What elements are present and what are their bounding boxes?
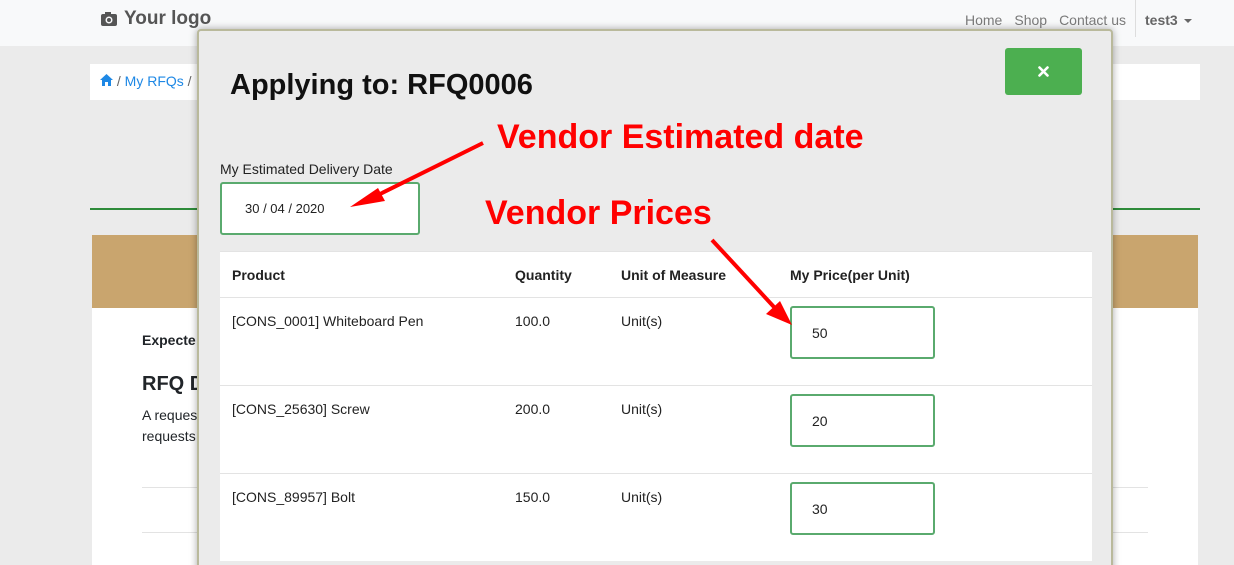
breadcrumb-separator: / xyxy=(187,73,192,89)
header-quantity: Quantity xyxy=(515,267,572,283)
nav-links: Home Shop Contact us xyxy=(953,12,1126,28)
delivery-date-input[interactable] xyxy=(220,182,420,235)
product-quantity: 100.0 xyxy=(515,313,551,329)
product-name: [CONS_89957] Bolt xyxy=(232,489,355,505)
product-name: [CONS_25630] Screw xyxy=(232,401,370,417)
user-menu[interactable]: test3 xyxy=(1135,0,1192,37)
table-row: [CONS_25630] Screw 200.0 Unit(s) xyxy=(220,385,1092,473)
breadcrumb-separator: / xyxy=(116,73,121,89)
product-table: Product Quantity Unit of Measure My Pric… xyxy=(220,251,1092,561)
close-icon xyxy=(1038,66,1049,77)
close-button[interactable] xyxy=(1005,48,1082,95)
table-header-row: Product Quantity Unit of Measure My Pric… xyxy=(220,251,1092,297)
modal-title: Applying to: RFQ0006 xyxy=(230,69,533,101)
product-quantity: 150.0 xyxy=(515,489,551,505)
table-row: [CONS_89957] Bolt 150.0 Unit(s) xyxy=(220,473,1092,561)
delivery-date-label: My Estimated Delivery Date xyxy=(220,161,393,177)
header-uom: Unit of Measure xyxy=(621,267,727,283)
home-icon[interactable] xyxy=(100,74,113,86)
expected-label: Expecte xyxy=(142,332,196,348)
rfq-heading: RFQ D xyxy=(142,373,205,395)
nav-link-contact[interactable]: Contact us xyxy=(1059,12,1126,28)
product-uom: Unit(s) xyxy=(621,401,663,417)
header-price: My Price(per Unit) xyxy=(790,267,910,283)
logo[interactable]: Your logo xyxy=(100,8,211,30)
annotation-date: Vendor Estimated date xyxy=(497,118,864,156)
product-uom: Unit(s) xyxy=(621,313,663,329)
price-input[interactable] xyxy=(790,482,935,535)
product-quantity: 200.0 xyxy=(515,401,551,417)
user-name: test3 xyxy=(1145,12,1178,28)
annotation-prices: Vendor Prices xyxy=(485,194,712,232)
rfq-description: A reques xyxy=(142,407,198,423)
table-row: [CONS_0001] Whiteboard Pen 100.0 Unit(s) xyxy=(220,297,1092,385)
caret-down-icon xyxy=(1183,19,1192,24)
header-product: Product xyxy=(232,267,285,283)
nav-link-home[interactable]: Home xyxy=(965,12,1002,28)
price-input[interactable] xyxy=(790,394,935,447)
price-input[interactable] xyxy=(790,306,935,359)
rfq-description: requests xyxy=(142,428,196,444)
nav-link-shop[interactable]: Shop xyxy=(1014,12,1047,28)
breadcrumb-my-rfqs[interactable]: My RFQs xyxy=(125,73,184,89)
product-name: [CONS_0001] Whiteboard Pen xyxy=(232,313,424,329)
product-uom: Unit(s) xyxy=(621,489,663,505)
logo-text: Your logo xyxy=(124,8,212,29)
camera-icon xyxy=(101,12,117,26)
apply-rfq-modal: Applying to: RFQ0006 My Estimated Delive… xyxy=(197,29,1113,565)
